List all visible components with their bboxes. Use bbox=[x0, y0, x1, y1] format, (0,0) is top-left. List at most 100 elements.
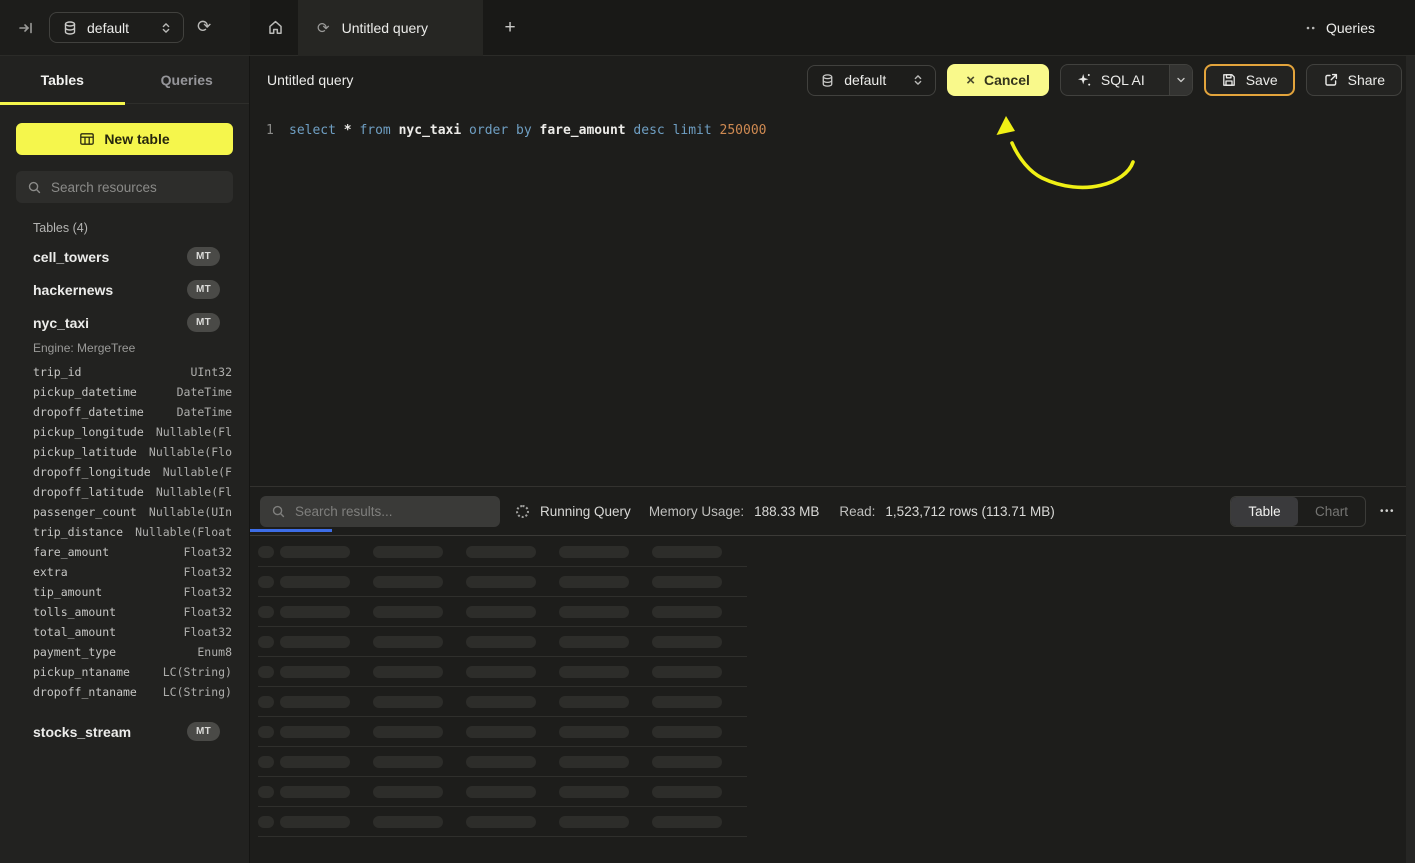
column-name: dropoff_ntaname bbox=[33, 685, 137, 699]
column-type: Nullable(Flo bbox=[149, 445, 232, 459]
skeleton-cell bbox=[258, 666, 274, 678]
skeleton-cell bbox=[652, 546, 722, 558]
refresh-icon: ⟳ bbox=[197, 19, 211, 36]
table-item-stocks_stream[interactable]: stocks_streamMT bbox=[0, 715, 249, 748]
tab-queries[interactable]: Queries bbox=[125, 56, 250, 103]
more-options-button[interactable]: ••• bbox=[1378, 502, 1397, 521]
save-label: Save bbox=[1246, 72, 1278, 88]
search-results-box[interactable] bbox=[260, 496, 500, 527]
close-icon: × bbox=[966, 73, 975, 88]
sql-ai-button[interactable]: SQL AI bbox=[1060, 64, 1193, 96]
column-type: UInt32 bbox=[190, 365, 232, 379]
skeleton-cell bbox=[466, 816, 536, 828]
tab-untitled-query[interactable]: ⟳ Untitled query bbox=[298, 0, 483, 56]
sql-line-code: select * from nyc_taxi order by fare_amo… bbox=[289, 121, 767, 141]
column-name: dropoff_datetime bbox=[33, 405, 144, 419]
column-row-dropoff_datetime: dropoff_datetimeDateTime bbox=[0, 402, 249, 422]
queries-icon bbox=[1305, 22, 1317, 34]
skeleton-row bbox=[258, 687, 747, 717]
table-name: nyc_taxi bbox=[33, 315, 89, 331]
chevron-updown-icon bbox=[159, 21, 173, 35]
view-toggle-chart[interactable]: Chart bbox=[1298, 497, 1365, 526]
skeleton-cell bbox=[652, 726, 722, 738]
column-name: passenger_count bbox=[33, 505, 137, 519]
share-button[interactable]: Share bbox=[1306, 64, 1402, 96]
skeleton-row bbox=[258, 657, 747, 687]
table-item-cell_towers[interactable]: cell_towersMT bbox=[0, 240, 249, 273]
skeleton-cell bbox=[559, 816, 629, 828]
sql-token-keyword: limit bbox=[673, 123, 712, 138]
column-type: LC(String) bbox=[163, 685, 232, 699]
tab-tables[interactable]: Tables bbox=[0, 56, 125, 103]
engine-badge: MT bbox=[187, 313, 220, 332]
column-name: pickup_latitude bbox=[33, 445, 137, 459]
sql-token-keyword: from bbox=[359, 123, 390, 138]
main-panel: Untitled query default × Cancel bbox=[250, 56, 1415, 863]
sql-token-identifier: nyc_taxi bbox=[399, 123, 462, 138]
table-name: cell_towers bbox=[33, 249, 109, 265]
sparkle-icon bbox=[1076, 72, 1092, 88]
view-toggle-table[interactable]: Table bbox=[1231, 497, 1298, 526]
column-name: pickup_longitude bbox=[33, 425, 144, 439]
collapse-sidebar-button[interactable] bbox=[18, 20, 34, 36]
search-results-input[interactable] bbox=[295, 504, 489, 519]
memory-usage-label: Memory Usage: bbox=[649, 504, 744, 519]
column-type: Float32 bbox=[184, 565, 232, 579]
sql-ai-dropdown[interactable] bbox=[1169, 65, 1192, 95]
column-type: Nullable(F bbox=[163, 465, 232, 479]
skeleton-row bbox=[258, 807, 747, 837]
sql-ai-main[interactable]: SQL AI bbox=[1061, 65, 1160, 95]
new-tab-button[interactable]: + bbox=[496, 14, 524, 42]
skeleton-cell bbox=[373, 816, 443, 828]
search-resources-box[interactable] bbox=[16, 171, 233, 203]
database-selector[interactable]: default bbox=[49, 12, 184, 43]
share-label: Share bbox=[1348, 72, 1385, 88]
plus-icon: + bbox=[504, 17, 515, 39]
column-row-dropoff_ntaname: dropoff_ntaname LC(String) bbox=[0, 682, 249, 702]
column-type: DateTime bbox=[177, 385, 232, 399]
sidebar-tabs: Tables Queries bbox=[0, 56, 249, 104]
refresh-button[interactable]: ⟳ bbox=[197, 19, 211, 36]
queries-nav-button[interactable]: Queries bbox=[1305, 20, 1375, 36]
home-button[interactable] bbox=[259, 12, 291, 44]
share-icon bbox=[1323, 72, 1339, 88]
database-icon bbox=[62, 20, 78, 36]
query-database-selector[interactable]: default bbox=[807, 65, 936, 96]
new-table-button[interactable]: New table bbox=[16, 123, 233, 155]
view-toggle: Table Chart bbox=[1230, 496, 1366, 527]
new-table-label: New table bbox=[104, 131, 169, 147]
database-icon bbox=[820, 73, 835, 88]
sql-editor[interactable]: 1 select * from nyc_taxi order by fare_a… bbox=[250, 104, 1406, 486]
column-name: trip_distance bbox=[33, 525, 123, 539]
skeleton-row bbox=[258, 537, 747, 567]
read-label: Read: bbox=[839, 504, 875, 519]
skeleton-cell bbox=[466, 756, 536, 768]
skeleton-cell bbox=[466, 606, 536, 618]
column-row-tolls_amount: tolls_amountFloat32 bbox=[0, 602, 249, 622]
skeleton-cell bbox=[373, 546, 443, 558]
tab-strip: ⟳ Untitled query + Queries bbox=[250, 0, 1415, 55]
column-row-pickup_latitude: pickup_latitude Nullable(Flo bbox=[0, 442, 249, 462]
skeleton-cell bbox=[373, 606, 443, 618]
tables-list: cell_towersMThackernewsMTnyc_taxiMTEngin… bbox=[0, 240, 249, 748]
line-number: 1 bbox=[266, 121, 289, 141]
column-row-dropoff_longitude: dropoff_longitudeNullable(F bbox=[0, 462, 249, 482]
save-button[interactable]: Save bbox=[1204, 64, 1295, 96]
skeleton-cell bbox=[652, 666, 722, 678]
save-icon bbox=[1221, 72, 1237, 88]
table-grid-icon bbox=[79, 131, 95, 147]
cancel-button[interactable]: × Cancel bbox=[947, 64, 1049, 96]
skeleton-cell bbox=[466, 726, 536, 738]
skeleton-row bbox=[258, 747, 747, 777]
skeleton-row bbox=[258, 717, 747, 747]
search-resources-input[interactable] bbox=[51, 180, 222, 195]
column-name: tolls_amount bbox=[33, 605, 116, 619]
loading-spinner-icon bbox=[516, 505, 529, 518]
skeleton-cell bbox=[280, 786, 350, 798]
skeleton-cell bbox=[652, 786, 722, 798]
table-item-hackernews[interactable]: hackernewsMT bbox=[0, 273, 249, 306]
table-item-nyc_taxi[interactable]: nyc_taxi MT bbox=[0, 306, 249, 339]
chevron-down-icon bbox=[1175, 74, 1187, 86]
tables-section-title: Tables (4) bbox=[33, 221, 249, 235]
scrollbar[interactable] bbox=[1406, 56, 1415, 863]
